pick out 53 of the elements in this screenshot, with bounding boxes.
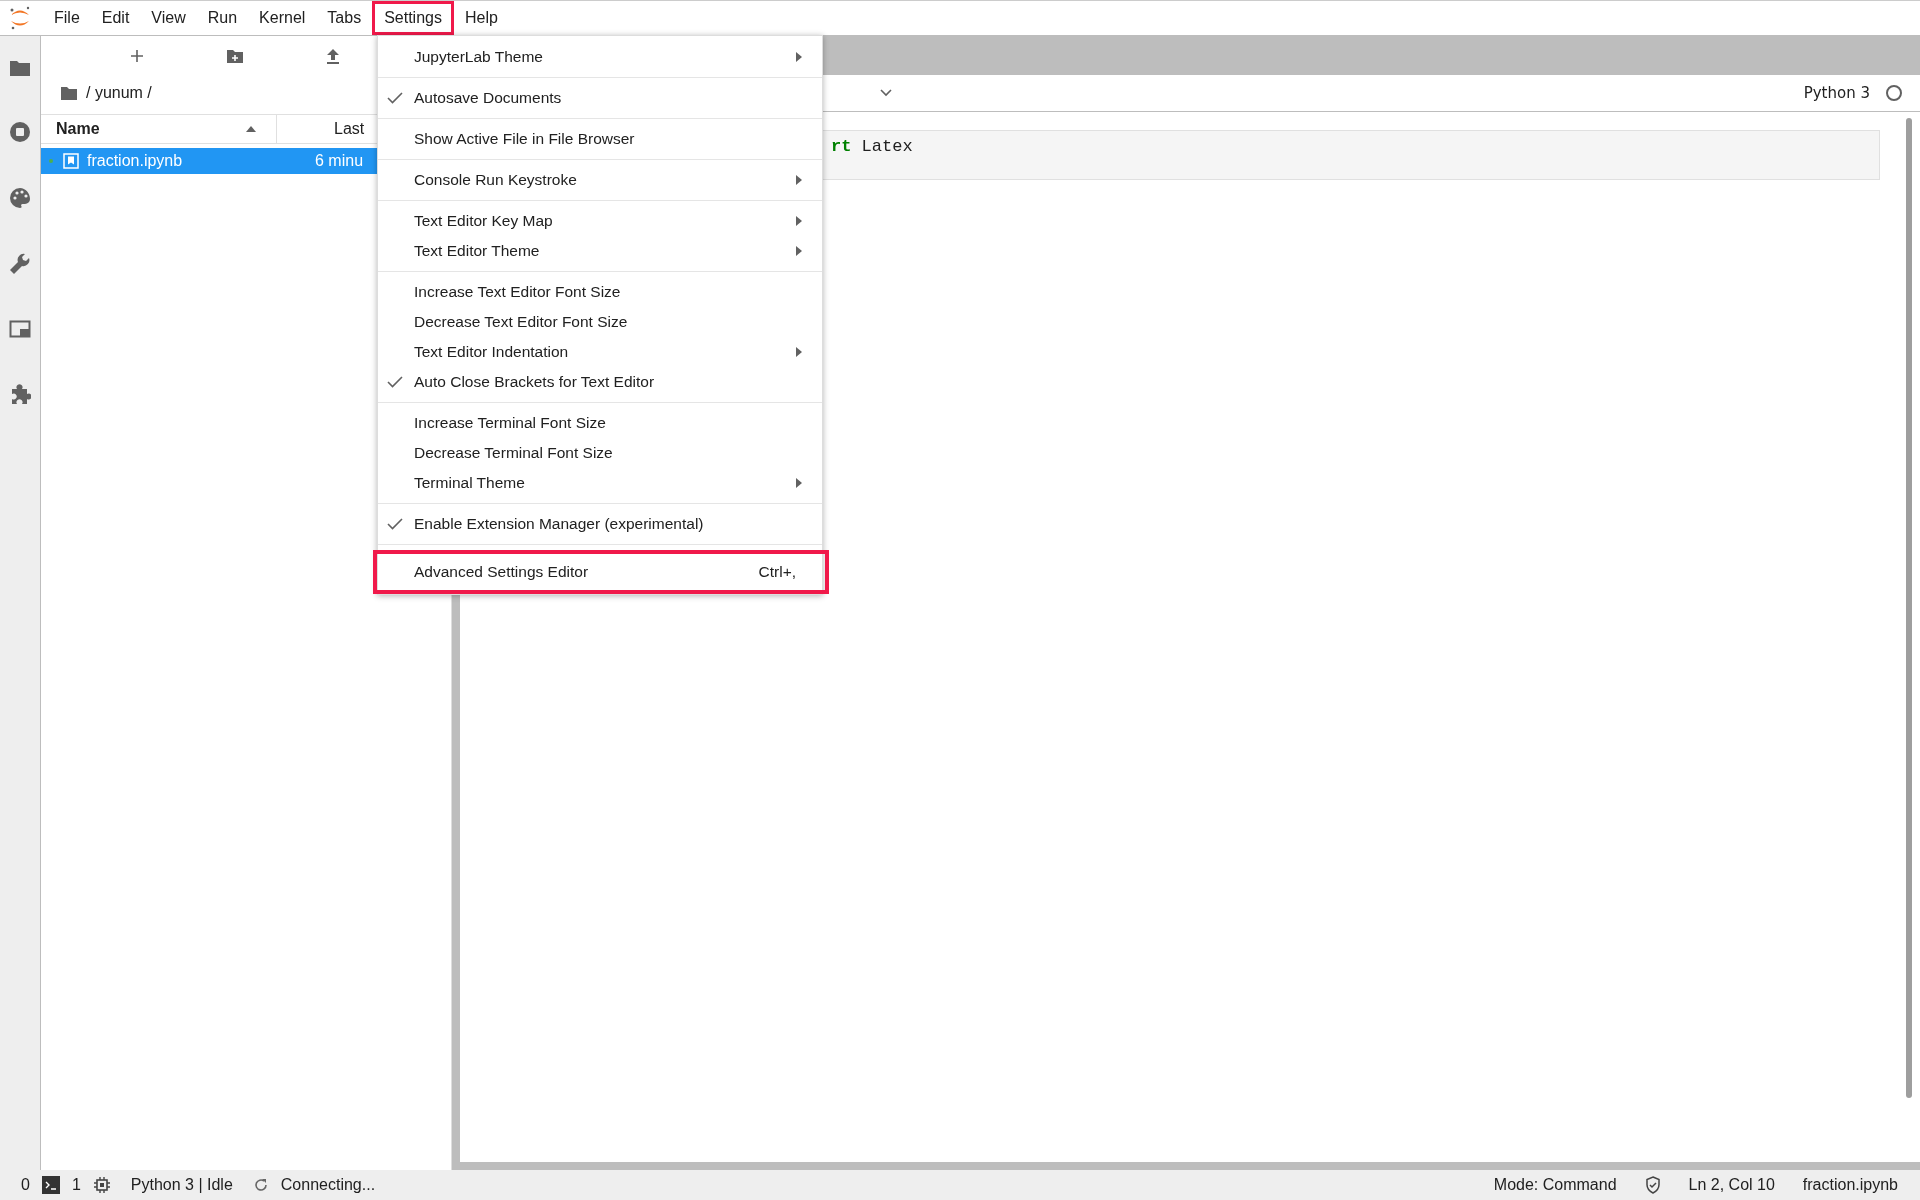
menu-item[interactable]: Advanced Settings Editor Ctrl+, bbox=[373, 550, 829, 594]
menu-item[interactable]: Edit bbox=[90, 1, 141, 35]
terminal-icon bbox=[41, 1176, 60, 1194]
kernel-count: 1 bbox=[71, 1176, 81, 1194]
menu-item[interactable]: Text Editor Indentation bbox=[378, 337, 822, 367]
plus-icon[interactable] bbox=[130, 49, 144, 63]
column-header[interactable]: Name bbox=[41, 115, 277, 143]
caret-down-icon[interactable] bbox=[880, 89, 892, 97]
window-icon[interactable] bbox=[9, 319, 31, 339]
breadcrumb[interactable]: / yunum / bbox=[86, 84, 152, 102]
active-file: fraction.ipynb bbox=[1802, 1176, 1898, 1194]
menu-item[interactable]: View bbox=[140, 1, 197, 35]
stop-circle-icon[interactable] bbox=[9, 121, 31, 143]
menu-item[interactable]: Decrease Terminal Font Size bbox=[378, 438, 822, 468]
palette-icon[interactable] bbox=[9, 187, 31, 209]
sort-up-icon bbox=[246, 126, 256, 132]
refresh-icon bbox=[252, 1177, 269, 1193]
column-header[interactable]: Last bbox=[277, 115, 365, 143]
menu-item[interactable]: Tabs bbox=[316, 1, 373, 35]
menu-item[interactable]: Auto Close Brackets for Text Editor bbox=[378, 367, 822, 397]
menu-item[interactable]: Decrease Text Editor Font Size bbox=[378, 307, 822, 337]
logo-icon bbox=[9, 6, 31, 30]
new-folder-icon[interactable] bbox=[226, 48, 244, 64]
scrollbar[interactable] bbox=[1906, 118, 1912, 1098]
menu-item[interactable]: Increase Text Editor Font Size bbox=[378, 277, 822, 307]
folder-icon[interactable] bbox=[60, 85, 78, 101]
notebook-icon bbox=[63, 153, 79, 169]
menu-item[interactable]: Text Editor Key Map bbox=[378, 206, 822, 236]
menu-item[interactable]: Settings bbox=[372, 1, 454, 35]
cursor-position[interactable]: Ln 2, Col 10 bbox=[1688, 1176, 1775, 1194]
file-name: fraction.ipynb bbox=[87, 152, 184, 170]
menu-item[interactable]: Terminal Theme bbox=[378, 468, 822, 498]
puzzle-icon[interactable] bbox=[9, 383, 31, 405]
menu-item[interactable]: JupyterLab Theme bbox=[378, 42, 822, 72]
terminal-count: 0 bbox=[21, 1176, 30, 1194]
mode-status[interactable]: Mode: Command bbox=[1493, 1176, 1617, 1194]
menu-item[interactable]: Autosave Documents bbox=[378, 83, 822, 113]
menu-item[interactable]: Run bbox=[196, 1, 249, 35]
kernel-name[interactable]: Python 3 bbox=[1803, 84, 1870, 102]
menu-item[interactable]: Increase Terminal Font Size bbox=[378, 408, 822, 438]
connection-status: Connecting... bbox=[280, 1176, 376, 1194]
menu-item[interactable]: Enable Extension Manager (experimental) bbox=[378, 509, 822, 539]
kernel-status[interactable]: Python 3 | Idle bbox=[130, 1176, 233, 1194]
shield-check-icon[interactable] bbox=[1644, 1176, 1661, 1194]
folder-icon[interactable] bbox=[9, 59, 31, 77]
menu-item[interactable]: Text Editor Theme bbox=[378, 236, 822, 266]
menu-item[interactable]: File bbox=[43, 1, 91, 35]
modified-time: 6 minu bbox=[315, 152, 364, 170]
wrench-icon[interactable] bbox=[9, 253, 31, 275]
chip-icon bbox=[92, 1176, 111, 1194]
upload-icon[interactable] bbox=[326, 48, 340, 64]
menu-item[interactable]: Help bbox=[453, 1, 509, 35]
menu-item[interactable]: Kernel bbox=[248, 1, 317, 35]
